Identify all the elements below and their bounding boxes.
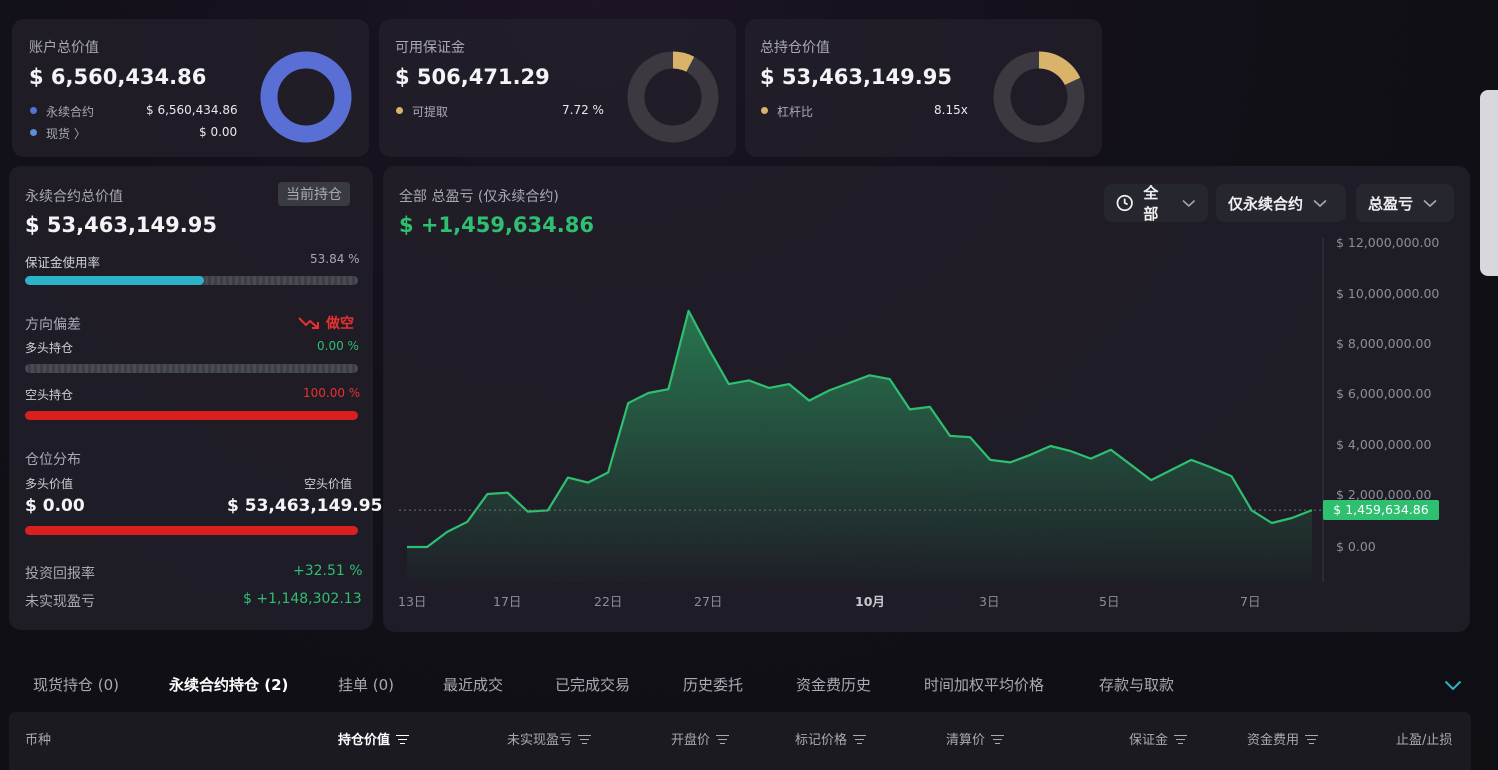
col-funding[interactable]: 资金费用 <box>1247 729 1319 748</box>
x-tick-label: 22日 <box>594 594 623 609</box>
tab-recent-fills[interactable]: 最近成交 <box>443 674 503 695</box>
tab-funding-history[interactable]: 资金费历史 <box>796 674 871 695</box>
x-tick-label: 5日 <box>1099 594 1120 609</box>
col-label: 开盘价 <box>671 733 711 748</box>
x-tick-label: 27日 <box>694 594 723 609</box>
y-tick-label: $ 6,000,000.00 <box>1336 386 1432 401</box>
col-label: 资金费用 <box>1247 733 1300 748</box>
sort-icon <box>396 734 410 744</box>
collapse-chevron-icon[interactable] <box>1444 680 1462 691</box>
x-tick-label: 3日 <box>979 594 1000 609</box>
col-label: 币种 <box>25 733 52 748</box>
y-tick-label: $ 12,000,000.00 <box>1336 235 1440 250</box>
col-unrealized-pnl[interactable]: 未实现盈亏 <box>507 729 592 748</box>
tab-deposits-withdrawals[interactable]: 存款与取款 <box>1099 674 1174 695</box>
col-label: 标记价格 <box>795 733 848 748</box>
sort-icon <box>578 734 592 744</box>
col-entry-price[interactable]: 开盘价 <box>671 729 730 748</box>
col-label: 持仓价值 <box>338 733 391 748</box>
sort-icon <box>853 734 867 744</box>
col-label: 保证金 <box>1129 733 1169 748</box>
sort-icon <box>1305 734 1319 744</box>
pnl-area-fill <box>407 310 1312 582</box>
y-tick-label: $ 10,000,000.00 <box>1336 286 1440 301</box>
tab-spot-positions[interactable]: 现货持仓 (0) <box>33 674 119 695</box>
x-tick-label: 7日 <box>1240 594 1261 609</box>
sort-icon <box>716 734 730 744</box>
col-position-value[interactable]: 持仓价值 <box>338 729 410 748</box>
col-liquidation-price[interactable]: 清算价 <box>946 729 1005 748</box>
tab-order-history[interactable]: 历史委托 <box>683 674 743 695</box>
col-label: 未实现盈亏 <box>507 733 573 748</box>
col-margin[interactable]: 保证金 <box>1129 729 1188 748</box>
tab-perp-positions[interactable]: 永续合约持仓 (2) <box>169 674 288 695</box>
col-label: 清算价 <box>946 733 986 748</box>
x-tick-label: 17日 <box>493 594 522 609</box>
x-tick-label: 13日 <box>398 594 427 609</box>
col-tp-sl[interactable]: 止盈/止损 <box>1396 729 1452 748</box>
y-tick-label: $ 0.00 <box>1336 539 1376 554</box>
sort-icon <box>991 734 1005 744</box>
pnl-area-chart <box>399 238 1324 582</box>
col-label: 止盈/止损 <box>1396 733 1453 748</box>
tab-open-orders[interactable]: 挂单 (0) <box>338 674 394 695</box>
y-tick-label: $ 4,000,000.00 <box>1336 437 1432 452</box>
sort-icon <box>1174 734 1188 744</box>
y-tick-label: $ 8,000,000.00 <box>1336 336 1432 351</box>
tab-twap[interactable]: 时间加权平均价格 <box>924 674 1044 695</box>
current-value-tag: $ 1,459,634.86 <box>1323 500 1439 520</box>
x-tick-label: 10月 <box>855 594 885 609</box>
col-coin[interactable]: 币种 <box>25 729 51 748</box>
col-mark-price[interactable]: 标记价格 <box>795 729 867 748</box>
tab-completed-trades[interactable]: 已完成交易 <box>555 674 630 695</box>
